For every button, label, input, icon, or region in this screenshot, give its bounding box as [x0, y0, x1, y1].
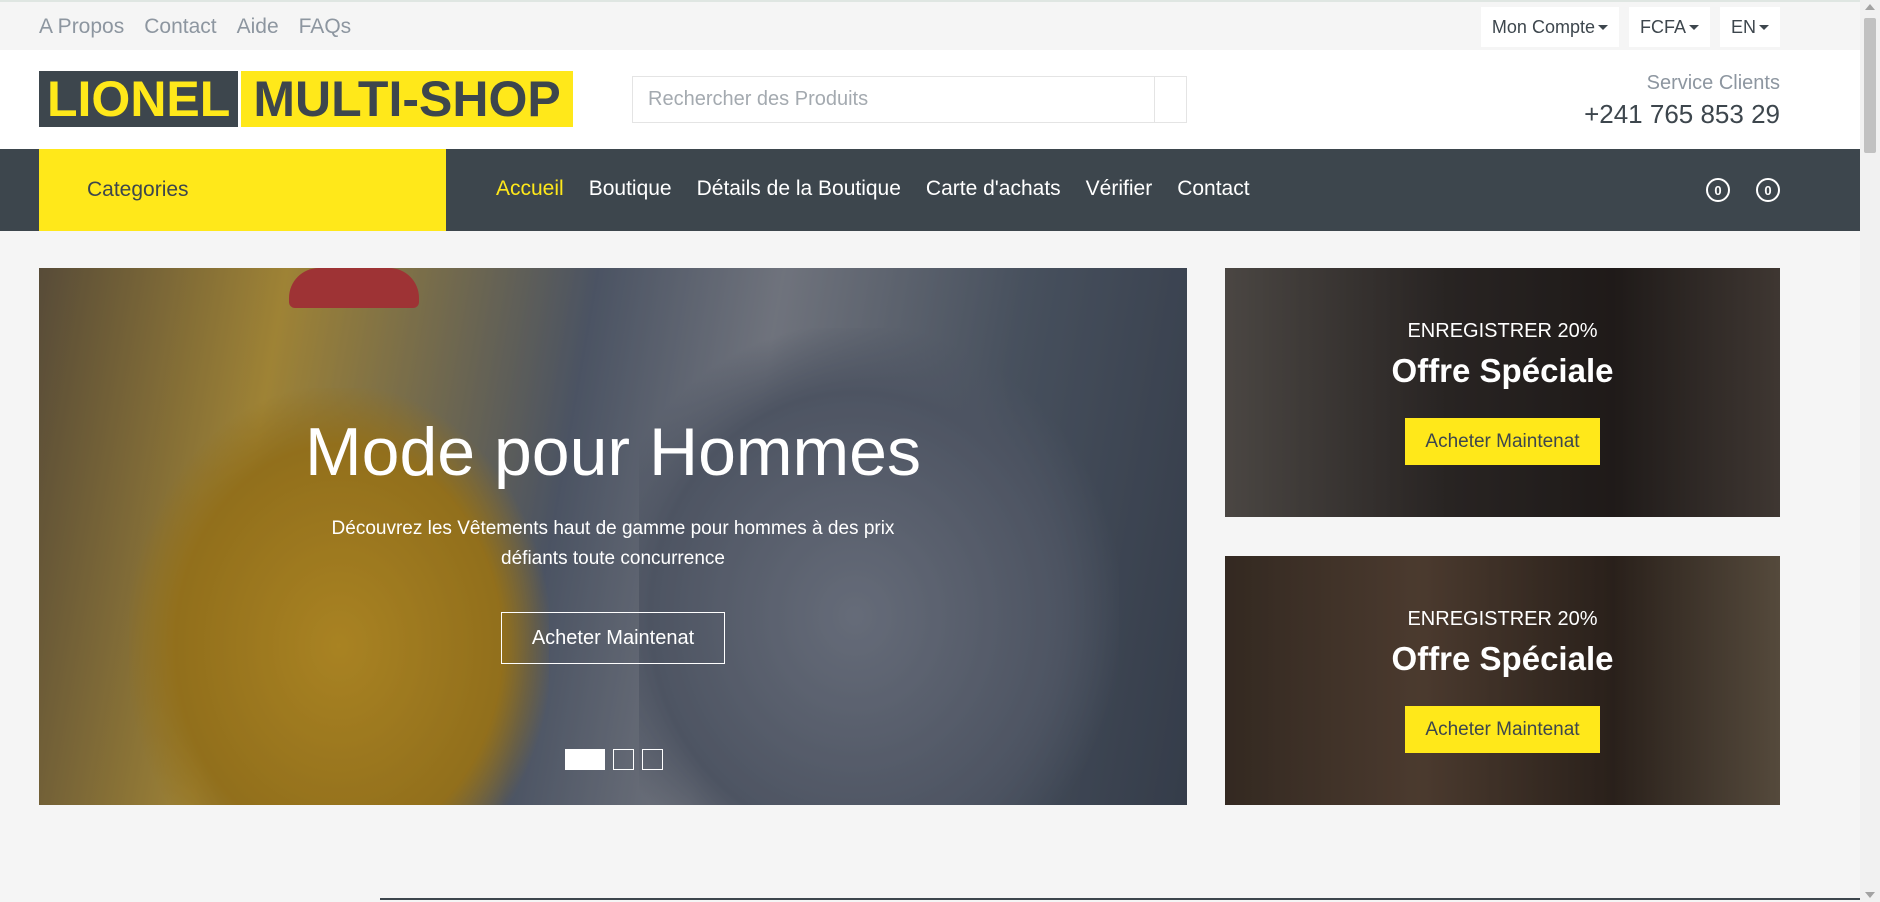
- currency-label: FCFA: [1639, 16, 1686, 37]
- scroll-thumb[interactable]: [1864, 18, 1876, 153]
- offer-overlay: [1225, 268, 1780, 517]
- hero-title: Mode pour Hommes: [304, 414, 922, 490]
- currency-dropdown[interactable]: FCFA: [1628, 7, 1710, 47]
- nav-counters: 0 0: [1706, 178, 1780, 202]
- carousel-indicators: [565, 749, 663, 770]
- carousel-indicator-1[interactable]: [565, 749, 605, 770]
- search-box: Rechercher des Produits: [632, 76, 1187, 123]
- categories-toggle[interactable]: Categories: [39, 149, 446, 231]
- caret-down-icon: [1688, 24, 1699, 30]
- nav-accueil[interactable]: Accueil: [496, 177, 564, 201]
- link-faqs[interactable]: FAQs: [299, 15, 352, 39]
- hero-subtitle: Découvrez les Vêtements haut de gamme po…: [331, 518, 895, 569]
- caret-down-icon: [1759, 24, 1769, 30]
- service-label: Service Clients: [1646, 72, 1780, 94]
- search-button[interactable]: [1154, 77, 1186, 122]
- page-scrollbar[interactable]: [1860, 0, 1880, 902]
- carousel-indicator-3[interactable]: [642, 749, 663, 770]
- offer-card-1: ENREGISTRER 20% Offre Spéciale Acheter M…: [1225, 268, 1780, 517]
- cart-count-badge[interactable]: 0: [1756, 178, 1780, 202]
- customer-service: Service Clients +241 765 853 29: [1584, 72, 1780, 130]
- offer-shop-button[interactable]: Acheter Maintenat: [1405, 418, 1600, 465]
- offer-title: Offre Spéciale: [1391, 640, 1614, 677]
- categories-label: Categories: [87, 178, 189, 201]
- site-header: LIONEL MULTI-SHOP Rechercher des Produit…: [0, 50, 1860, 149]
- offer-discount: ENREGISTRER 20%: [1407, 320, 1598, 342]
- scroll-down-icon[interactable]: [1865, 892, 1875, 898]
- link-aide[interactable]: Aide: [237, 15, 279, 39]
- hero-carousel: Mode pour Hommes Découvrez les Vêtements…: [39, 268, 1187, 805]
- offer-overlay: [1225, 556, 1780, 805]
- offer-discount: ENREGISTRER 20%: [1407, 608, 1598, 630]
- search-input[interactable]: Rechercher des Produits: [633, 77, 1154, 122]
- offer-shop-button[interactable]: Acheter Maintenat: [1405, 706, 1600, 753]
- scroll-up-icon[interactable]: [1865, 4, 1875, 10]
- nav-verifier[interactable]: Vérifier: [1086, 177, 1153, 201]
- account-label: Mon Compte: [1491, 16, 1595, 37]
- link-contact[interactable]: Contact: [144, 15, 216, 39]
- nav-links: Accueil Boutique Détails de la Boutique …: [496, 177, 1275, 201]
- main-navbar: Categories Accueil Boutique Détails de l…: [0, 149, 1860, 231]
- hero-shop-button[interactable]: Acheter Maintenat: [501, 612, 725, 664]
- language-dropdown[interactable]: EN: [1719, 7, 1780, 47]
- logo-part2: MULTI-SHOP: [241, 71, 573, 127]
- service-phone: +241 765 853 29: [1584, 99, 1780, 129]
- site-logo[interactable]: LIONEL MULTI-SHOP: [39, 71, 573, 127]
- carousel-indicator-2[interactable]: [613, 749, 634, 770]
- favorites-count-badge[interactable]: 0: [1706, 178, 1730, 202]
- logo-part1: LIONEL: [39, 71, 239, 127]
- offer-card-2: ENREGISTRER 20% Offre Spéciale Acheter M…: [1225, 556, 1780, 805]
- search-icon: [1163, 92, 1176, 105]
- link-a-propos[interactable]: A Propos: [39, 15, 124, 39]
- language-label: EN: [1730, 16, 1756, 37]
- nav-carte-achats[interactable]: Carte d'achats: [926, 177, 1061, 201]
- offer-title: Offre Spéciale: [1391, 352, 1614, 389]
- nav-boutique[interactable]: Boutique: [589, 177, 672, 201]
- top-bar: A Propos Contact Aide FAQs Mon Compte FC…: [0, 0, 1860, 50]
- top-links: A Propos Contact Aide FAQs: [39, 15, 371, 39]
- bottom-divider: [380, 898, 1860, 900]
- top-dropdowns: Mon Compte FCFA EN: [1480, 7, 1780, 47]
- nav-contact[interactable]: Contact: [1177, 177, 1249, 201]
- nav-details-boutique[interactable]: Détails de la Boutique: [697, 177, 901, 201]
- account-dropdown[interactable]: Mon Compte: [1480, 7, 1619, 47]
- caret-down-icon: [1597, 24, 1608, 30]
